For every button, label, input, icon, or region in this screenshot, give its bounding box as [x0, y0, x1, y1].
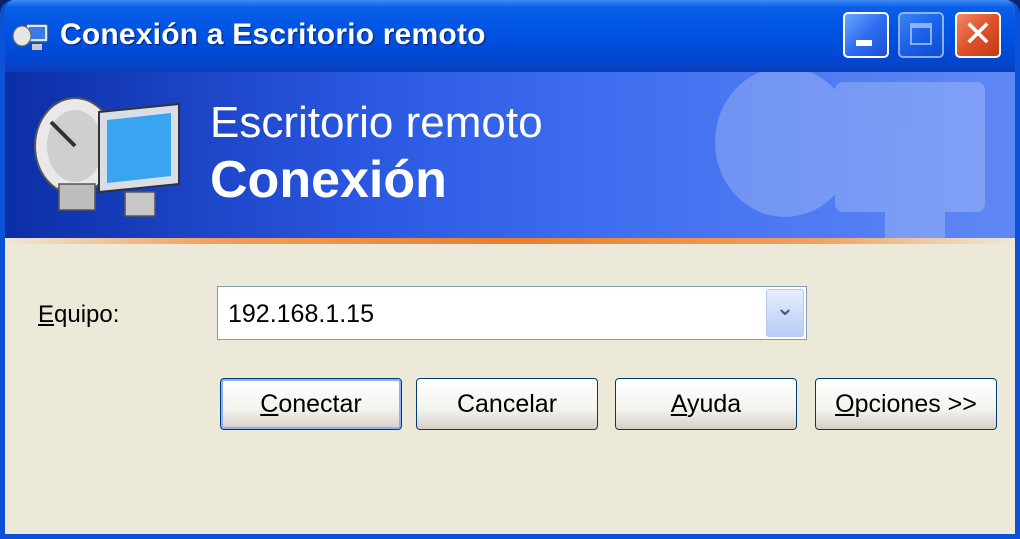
satellite-monitor-icon [34, 97, 180, 217]
header-banner: Escritorio remoto Conexión [5, 72, 1015, 238]
maximize-button [898, 12, 944, 58]
minimize-button[interactable] [843, 12, 889, 58]
banner-title-line1: Escritorio remoto [210, 98, 543, 147]
maximize-icon [910, 23, 932, 45]
help-button[interactable]: Ayuda [615, 378, 797, 430]
combobox-dropdown-button[interactable]: ⌄ [766, 289, 804, 337]
connect-button[interactable]: Conectar [220, 378, 402, 430]
chevron-down-icon: ⌄ [775, 296, 795, 321]
watermark-graphic [715, 72, 985, 238]
remote-desktop-icon [12, 23, 49, 50]
banner-title-line2: Conexión [210, 151, 447, 209]
computer-label: Equipo: [38, 301, 120, 328]
banner-accent-line [5, 238, 1015, 244]
computer-combobox[interactable]: 192.168.1.15 ⌄ [217, 286, 807, 340]
title-bar[interactable]: Conexión a Escritorio remoto ✕ [5, 0, 1015, 72]
minimize-icon [856, 40, 872, 46]
window-title: Conexión a Escritorio remoto [60, 18, 486, 51]
close-button[interactable]: ✕ [955, 12, 1001, 58]
remote-desktop-window: Conexión a Escritorio remoto ✕ Escritori… [0, 0, 1020, 539]
options-button[interactable]: Opciones >> [815, 378, 997, 430]
cancel-button[interactable]: Cancelar [416, 378, 598, 430]
computer-combobox-value[interactable]: 192.168.1.15 [228, 300, 374, 329]
close-icon: ✕ [962, 14, 994, 55]
